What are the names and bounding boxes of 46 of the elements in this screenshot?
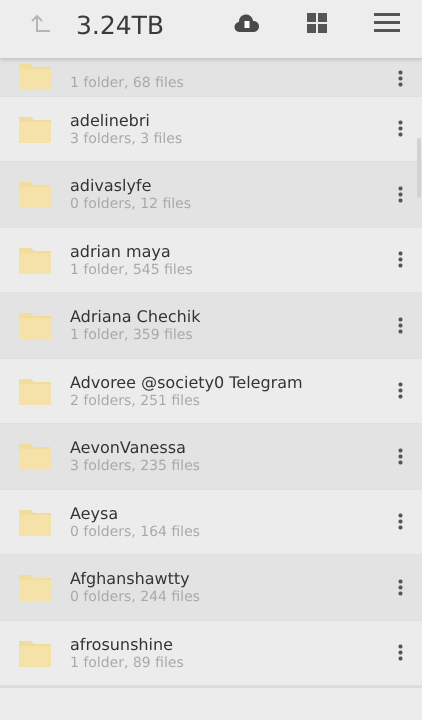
folder-icon <box>18 441 52 472</box>
folder-name: afrosunshine <box>70 634 174 654</box>
folder-row[interactable]: Afghanshawtty 0 folders, 244 files <box>0 555 422 621</box>
folder-name: adivaslyfe <box>70 176 152 196</box>
folder-detail: 2 folders, 251 files <box>70 392 201 409</box>
folder-row[interactable]: afrosunshine 1 folder, 89 files <box>0 620 422 686</box>
more-icon <box>398 316 402 334</box>
more-icon <box>398 513 402 530</box>
more-icon <box>398 382 402 400</box>
more-icon <box>398 120 402 138</box>
folder-row[interactable]: Advoree @society0 Telegram 2 folders, 251 files <box>0 358 422 424</box>
more-icon <box>398 186 402 203</box>
folder-detail: 3 folders, 235 files <box>70 458 201 474</box>
more-icon <box>398 251 402 268</box>
more-icon <box>398 644 402 662</box>
folder-detail: 1 folder, 359 files <box>70 327 194 344</box>
menu-icon <box>374 12 400 33</box>
folder-name: Adriana Chechik <box>70 307 202 326</box>
folder-detail: 1 folder, 68 files <box>70 74 185 91</box>
more-icon <box>398 578 402 596</box>
folder-name: Advoree @society0 Telegram <box>70 372 304 392</box>
folder-row[interactable]: adrian maya 1 folder, 545 files <box>0 228 422 294</box>
folder-detail: 1 folder, 89 files <box>70 654 185 671</box>
storage-title: 3.24TB <box>76 12 166 38</box>
folder-name: AevonVanessa <box>70 438 187 458</box>
folder-row[interactable]: adivaslyfe 0 folders, 12 files <box>0 162 422 228</box>
folder-icon <box>18 179 52 210</box>
folder-row[interactable]: Adriana Chechik 1 folder, 359 files <box>0 293 422 359</box>
folder-detail: 1 folder, 545 files <box>70 262 194 278</box>
folder-row[interactable]: Aeysa 0 folders, 164 files <box>0 490 422 556</box>
folder-detail: 0 folders, 164 files <box>70 524 201 540</box>
grid-icon <box>307 12 327 33</box>
folder-name: adrian maya <box>70 242 172 261</box>
folder-icon <box>18 572 52 602</box>
folder-detail: 3 folders, 3 files <box>70 130 184 147</box>
folder-name: adelinebri <box>70 110 151 130</box>
folder-row[interactable]: adelinebri 3 folders, 3 files <box>0 96 422 162</box>
more-icon <box>398 70 402 88</box>
folder-detail: 0 folders, 12 files <box>70 196 192 212</box>
folder-name: Afghanshawtty <box>70 569 191 588</box>
folder-name: Aeysa <box>70 504 120 523</box>
folder-icon <box>18 310 52 340</box>
more-icon <box>398 448 402 465</box>
folder-detail: 0 folders, 244 files <box>70 589 201 606</box>
cloud-lock-icon <box>234 12 260 33</box>
folder-row[interactable]: AevonVanessa 3 folders, 235 files <box>0 424 422 490</box>
